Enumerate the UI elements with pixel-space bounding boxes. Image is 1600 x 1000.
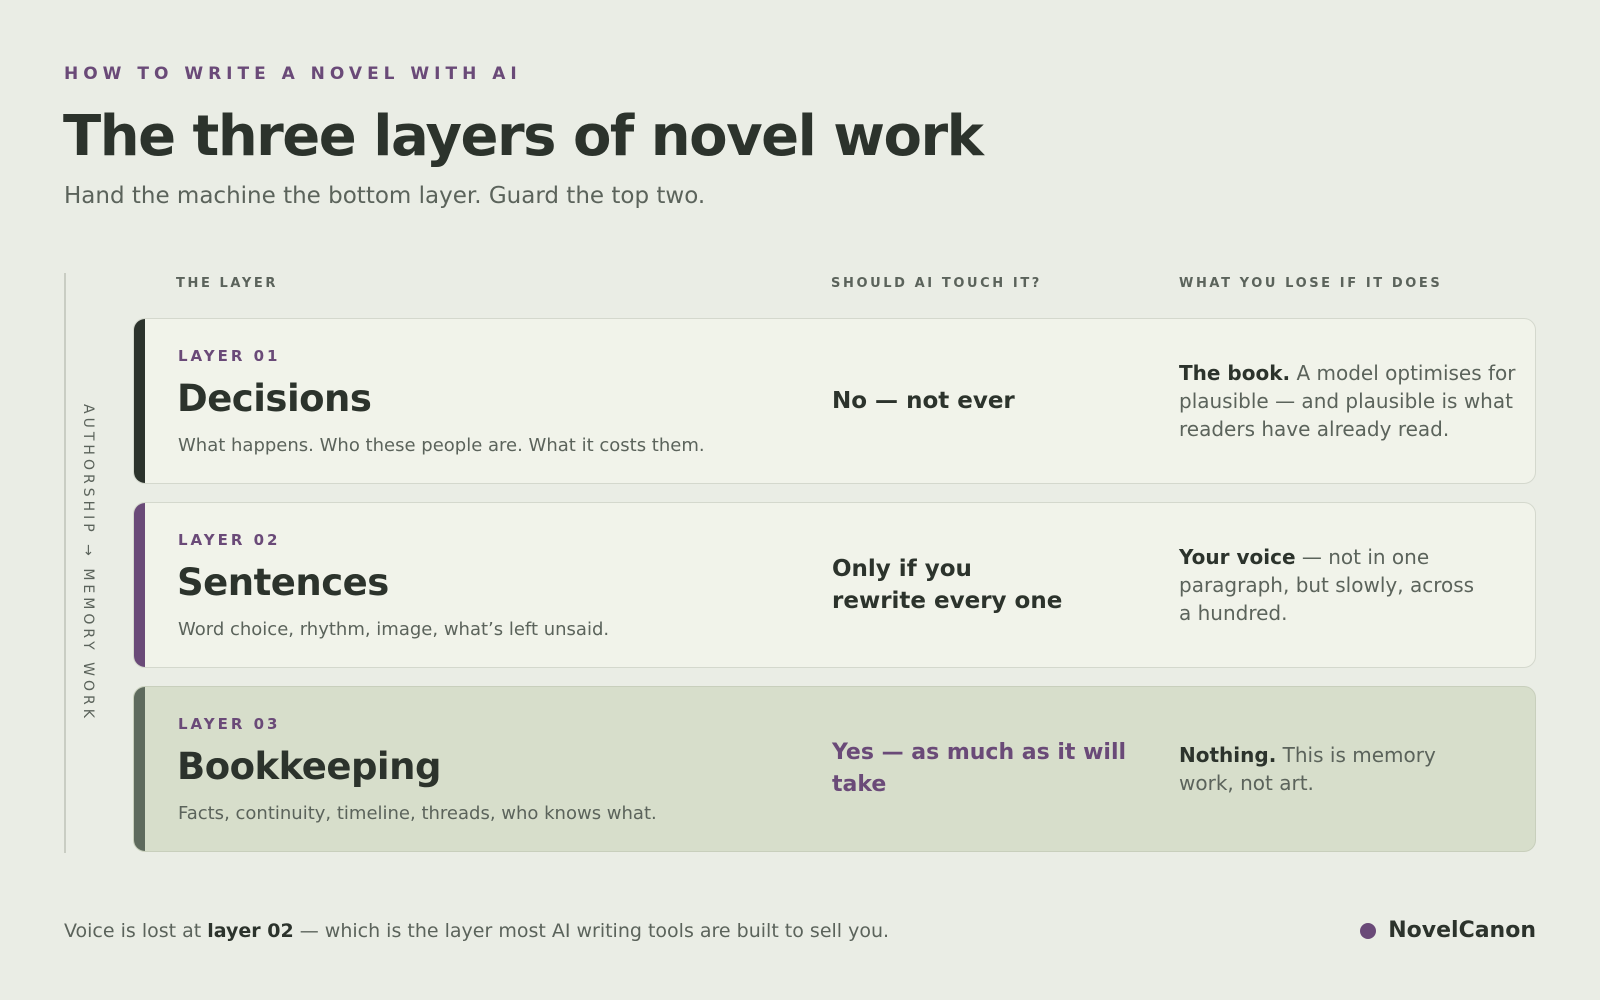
loss-description: The book. A model optimises for plausibl… xyxy=(1179,359,1519,443)
layer-name: Bookkeeping xyxy=(177,745,441,788)
layer-color-bar xyxy=(134,503,145,667)
page-subtitle: Hand the machine the bottom layer. Guard… xyxy=(64,183,706,209)
footer-note: Voice is lost at layer 02 — which is the… xyxy=(64,920,889,942)
brand-name: NovelCanon xyxy=(1388,918,1536,943)
loss-lead: The book. xyxy=(1179,361,1291,385)
axis-label: AUTHORSHIP → MEMORY WORK xyxy=(80,404,96,722)
layer-number: LAYER 03 xyxy=(178,715,281,733)
layer-name: Decisions xyxy=(177,377,372,420)
layer-number: LAYER 02 xyxy=(178,531,281,549)
loss-lead: Nothing. xyxy=(1179,743,1277,767)
column-header-touch: SHOULD AI TOUCH IT? xyxy=(831,276,1042,291)
layer-color-bar xyxy=(134,687,145,851)
layer-color-bar xyxy=(134,319,145,483)
layer-description: What happens. Who these people are. What… xyxy=(178,435,705,456)
loss-lead: Your voice xyxy=(1179,545,1296,569)
loss-description: Nothing. This is memory work, not art. xyxy=(1179,741,1489,797)
layer-row-bookkeeping: LAYER 03 Bookkeeping Facts, continuity, … xyxy=(133,686,1536,852)
footer-suffix: — which is the layer most AI writing too… xyxy=(293,920,890,942)
layer-row-sentences: LAYER 02 Sentences Word choice, rhythm, … xyxy=(133,502,1536,668)
column-header-lose: WHAT YOU LOSE IF IT DOES xyxy=(1179,276,1443,291)
ai-touch-verdict: Yes — as much as it will take xyxy=(832,740,1127,797)
page-title: The three layers of novel work xyxy=(63,104,984,169)
column-header-layer: THE LAYER xyxy=(176,276,278,291)
axis-line xyxy=(64,273,66,853)
kicker: HOW TO WRITE A NOVEL WITH AI xyxy=(64,64,522,84)
layer-number: LAYER 01 xyxy=(178,347,281,365)
layer-row-decisions: LAYER 01 Decisions What happens. Who the… xyxy=(133,318,1536,484)
ai-touch-verdict: No — not ever xyxy=(832,388,1015,414)
footer-prefix: Voice is lost at xyxy=(64,920,208,942)
ai-touch-verdict: Only if you rewrite every one xyxy=(832,556,1063,614)
loss-description: Your voice — not in one paragraph, but s… xyxy=(1179,543,1489,627)
brand-logo: NovelCanon xyxy=(1360,918,1536,943)
layer-name: Sentences xyxy=(177,561,389,604)
layer-description: Word choice, rhythm, image, what’s left … xyxy=(178,619,610,640)
footer-highlight: layer 02 xyxy=(207,920,294,942)
layer-description: Facts, continuity, timeline, threads, wh… xyxy=(178,803,657,824)
brand-dot-icon xyxy=(1360,922,1377,939)
